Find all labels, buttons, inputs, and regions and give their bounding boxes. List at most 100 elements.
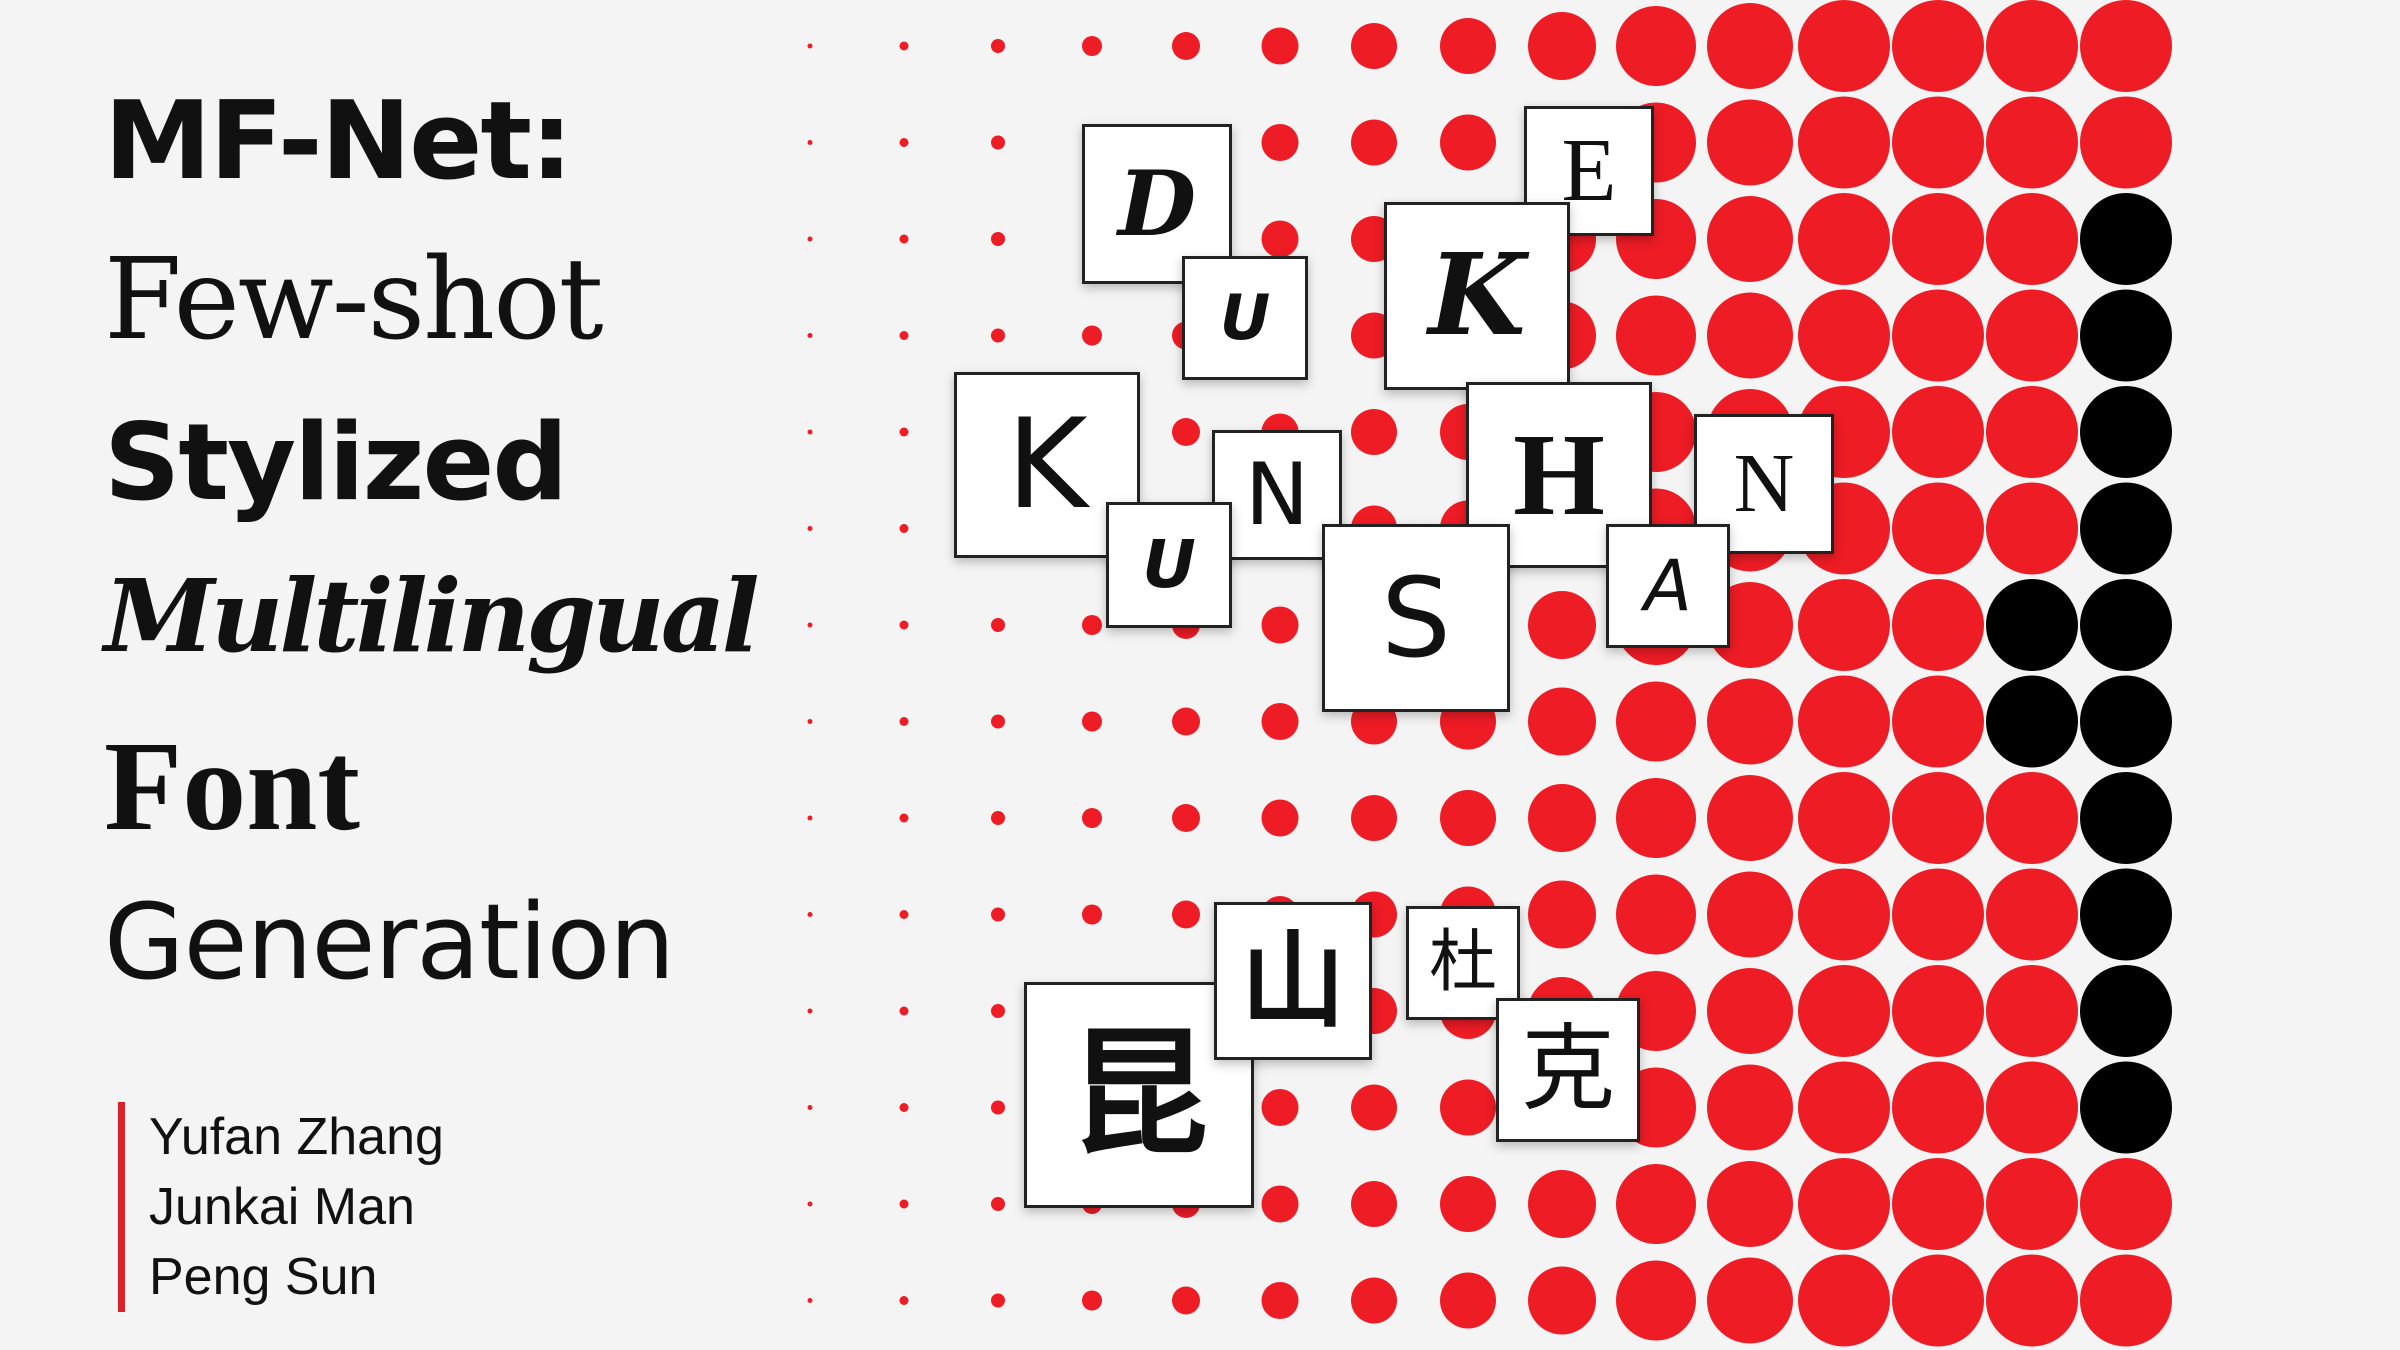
halftone-dot bbox=[2080, 1158, 2172, 1250]
halftone-dot bbox=[1892, 579, 1984, 671]
author-name: Junkai Man bbox=[149, 1178, 415, 1236]
halftone-dot bbox=[1082, 904, 1102, 925]
halftone-dot bbox=[1528, 1170, 1596, 1238]
halftone-dot bbox=[1528, 591, 1596, 659]
halftone-dot bbox=[807, 1008, 813, 1014]
halftone-dot bbox=[1986, 772, 2078, 864]
halftone-dot bbox=[2080, 386, 2172, 478]
halftone-dot bbox=[1707, 775, 1793, 861]
halftone-dot bbox=[1707, 1257, 1793, 1344]
halftone-dot bbox=[899, 524, 909, 533]
title-line-stylized: Stylized bbox=[104, 401, 568, 524]
halftone-dot bbox=[2080, 96, 2172, 189]
halftone-dot bbox=[991, 135, 1005, 150]
halftone-dot bbox=[991, 328, 1005, 343]
halftone-dot bbox=[807, 912, 813, 917]
halftone-dot bbox=[1528, 784, 1596, 852]
halftone-dot bbox=[991, 907, 1005, 922]
halftone-dot bbox=[1440, 18, 1496, 74]
halftone-dot bbox=[1892, 96, 1984, 189]
halftone-dot bbox=[1892, 1158, 1984, 1250]
halftone-dot bbox=[2080, 675, 2172, 768]
glyph-tile-shan: 山 bbox=[1214, 902, 1372, 1060]
halftone-dot bbox=[1351, 1277, 1397, 1324]
halftone-dot bbox=[1261, 124, 1299, 161]
halftone-dot bbox=[2080, 579, 2172, 671]
halftone-dot bbox=[1261, 606, 1299, 644]
halftone-dot bbox=[807, 1298, 813, 1303]
halftone-dot bbox=[899, 1199, 909, 1209]
halftone-dot bbox=[1986, 868, 2078, 961]
halftone-dot bbox=[1261, 1185, 1299, 1223]
halftone-dot bbox=[1528, 687, 1596, 756]
halftone-dot bbox=[807, 140, 813, 145]
halftone-dot bbox=[1351, 119, 1397, 166]
halftone-dot bbox=[1616, 6, 1696, 86]
glyph-tile-u: U bbox=[1182, 256, 1308, 380]
halftone-dot bbox=[1351, 409, 1397, 455]
halftone-dot bbox=[991, 39, 1005, 53]
halftone-dot bbox=[807, 1105, 813, 1110]
halftone-dot bbox=[1261, 220, 1299, 258]
glyph-tile-k: K bbox=[1384, 202, 1570, 390]
halftone-dot bbox=[1440, 114, 1496, 171]
halftone-dot bbox=[2080, 289, 2172, 382]
halftone-dot bbox=[2080, 1061, 2172, 1154]
title-line-fewshot: Few-shot bbox=[104, 235, 604, 365]
halftone-dot bbox=[991, 1293, 1005, 1308]
title-line-mfnet: MF-Net: bbox=[104, 79, 573, 204]
halftone-dot bbox=[1616, 1260, 1696, 1341]
halftone-dot bbox=[1351, 1181, 1397, 1227]
halftone-dot bbox=[1986, 289, 2078, 382]
halftone-dot bbox=[899, 1006, 909, 1016]
halftone-dot bbox=[1440, 790, 1496, 846]
halftone-dot bbox=[1707, 292, 1793, 379]
halftone-dot bbox=[1440, 1079, 1496, 1136]
halftone-dot bbox=[1261, 1282, 1299, 1319]
halftone-dot bbox=[1798, 772, 1890, 864]
halftone-dot bbox=[1986, 1158, 2078, 1250]
halftone-dot bbox=[1892, 482, 1984, 575]
halftone-dot bbox=[1082, 615, 1102, 635]
halftone-dot bbox=[1798, 96, 1890, 189]
halftone-dot bbox=[1082, 36, 1102, 56]
halftone-dot bbox=[2080, 868, 2172, 961]
halftone-dot bbox=[1707, 196, 1793, 282]
halftone-dot bbox=[1707, 1161, 1793, 1247]
glyph-tile-u: U bbox=[1106, 502, 1232, 628]
author-name: Yufan Zhang bbox=[149, 1108, 444, 1166]
halftone-dot bbox=[1616, 295, 1696, 376]
halftone-dot bbox=[1261, 799, 1299, 837]
halftone-dot bbox=[1261, 703, 1299, 740]
halftone-dot bbox=[1528, 12, 1596, 80]
halftone-dot bbox=[1986, 1061, 2078, 1154]
halftone-dot bbox=[807, 815, 813, 821]
halftone-dot bbox=[1892, 1254, 1984, 1347]
halftone-dot bbox=[807, 43, 813, 49]
halftone-dot bbox=[807, 719, 813, 724]
glyph-tile-ke: 克 bbox=[1496, 998, 1640, 1142]
halftone-dot bbox=[2080, 193, 2172, 285]
halftone-dot bbox=[899, 813, 909, 823]
halftone-dot bbox=[1172, 1286, 1200, 1315]
halftone-dot bbox=[899, 331, 909, 340]
halftone-dot bbox=[899, 138, 909, 147]
halftone-dot bbox=[1440, 1272, 1496, 1329]
halftone-dot bbox=[807, 622, 813, 628]
glyph-tile-a: A bbox=[1606, 524, 1730, 648]
author-list: Yufan Zhang Junkai Man Peng Sun bbox=[118, 1102, 444, 1312]
halftone-dot bbox=[1082, 808, 1102, 828]
halftone-dot bbox=[1082, 711, 1102, 732]
halftone-dot bbox=[1892, 1061, 1984, 1154]
halftone-dot bbox=[1892, 965, 1984, 1057]
halftone-dot bbox=[1528, 1266, 1596, 1335]
halftone-dot bbox=[1616, 874, 1696, 955]
halftone-dot bbox=[1892, 772, 1984, 864]
halftone-dot bbox=[899, 910, 909, 919]
halftone-dot bbox=[1798, 289, 1890, 382]
halftone-dot bbox=[1707, 871, 1793, 958]
halftone-dot bbox=[899, 41, 909, 51]
halftone-dot bbox=[1798, 1061, 1890, 1154]
halftone-dot bbox=[1707, 3, 1793, 89]
halftone-dot bbox=[1892, 289, 1984, 382]
